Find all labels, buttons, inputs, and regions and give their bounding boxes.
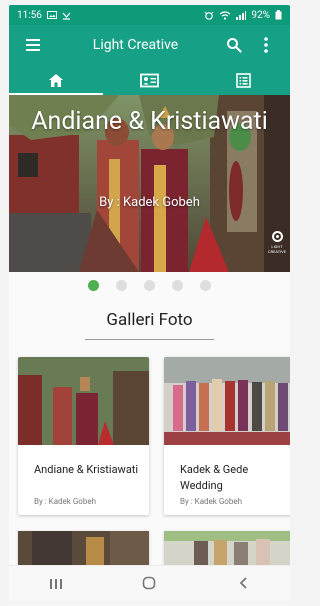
home-icon — [48, 73, 63, 87]
more-vertical-icon — [264, 37, 268, 53]
list-icon — [235, 72, 251, 88]
status-right: 92% — [204, 10, 282, 21]
menu-button[interactable] — [21, 33, 45, 57]
gallery-card-photo — [164, 531, 290, 567]
carousel-dot-2[interactable] — [116, 280, 127, 291]
logo-text: LIGHT CREATIVE — [268, 244, 286, 254]
gallery-card[interactable]: Kadek & Gede Wedding By : Kadek Gobeh — [164, 357, 290, 515]
carousel-dot-1[interactable] — [88, 280, 99, 291]
search-button[interactable] — [222, 33, 246, 57]
status-time: 11:56 — [17, 9, 42, 21]
gallery-card-title: Andiane & Kristiawati — [34, 463, 139, 476]
recent-apps-button[interactable] — [26, 574, 86, 595]
menu-icon-line-3 — [26, 49, 40, 51]
light-creative-logo: LIGHT CREATIVE — [267, 231, 287, 254]
carousel-dot-3[interactable] — [144, 280, 155, 291]
gallery-card-photo — [164, 357, 290, 445]
gallery-card-author: By : Kadek Gobeh — [180, 497, 242, 506]
status-bar: 11:56 92% — [9, 5, 290, 25]
carousel-indicator — [9, 280, 290, 291]
gallery-card-title: Kadek & Gede Wedding — [180, 463, 249, 492]
camera-lens-icon — [271, 231, 283, 242]
gallery-card-partial[interactable] — [164, 531, 290, 567]
system-nav-bar — [9, 565, 290, 601]
back-button[interactable] — [213, 574, 273, 595]
phone-screen: 11:56 92% Light Creative Andiane & Krist… — [9, 5, 290, 601]
more-options-button[interactable] — [254, 33, 278, 57]
id-card-icon — [140, 73, 159, 87]
gallery-card-photo — [18, 531, 149, 567]
gallery-card[interactable]: Andiane & Kristiawati By : Kadek Gobeh — [18, 357, 149, 515]
image-notification-icon — [46, 11, 57, 19]
signal-icon — [236, 10, 247, 20]
menu-icon-line-1 — [26, 39, 40, 41]
app-bar: Light Creative — [9, 25, 290, 65]
gallery-card-author: By : Kadek Gobeh — [34, 497, 96, 506]
tab-profile[interactable] — [103, 65, 197, 95]
back-chevron-icon — [239, 576, 247, 589]
battery-percentage: 92% — [251, 9, 270, 21]
hero-title: Andiane & Kristiawati — [31, 107, 268, 136]
app-title: Light Creative — [92, 37, 179, 53]
gallery-title-underline — [85, 339, 214, 340]
carousel-dot-5[interactable] — [200, 280, 211, 291]
download-notification-icon — [62, 12, 71, 20]
menu-icon-line-2 — [26, 44, 40, 46]
recent-apps-icon — [49, 578, 62, 589]
carousel-dot-4[interactable] — [172, 280, 183, 291]
hero-subtitle: By : Kadek Gobeh — [99, 195, 200, 210]
wifi-icon — [220, 10, 231, 20]
tab-list[interactable] — [196, 65, 290, 95]
search-icon — [227, 38, 242, 53]
circle-home-icon — [143, 576, 156, 589]
battery-icon — [275, 10, 282, 20]
tab-bar — [9, 65, 290, 95]
tab-home[interactable] — [9, 65, 103, 95]
gallery-card-photo — [18, 357, 149, 445]
gallery-title: Galleri Foto — [106, 310, 193, 330]
alarm-icon — [205, 11, 214, 20]
gallery-card-partial[interactable] — [18, 531, 149, 567]
status-left: 11:56 — [17, 10, 71, 21]
home-button[interactable] — [119, 574, 179, 595]
hero-banner[interactable]: Andiane & Kristiawati By : Kadek Gobeh L… — [9, 95, 290, 272]
